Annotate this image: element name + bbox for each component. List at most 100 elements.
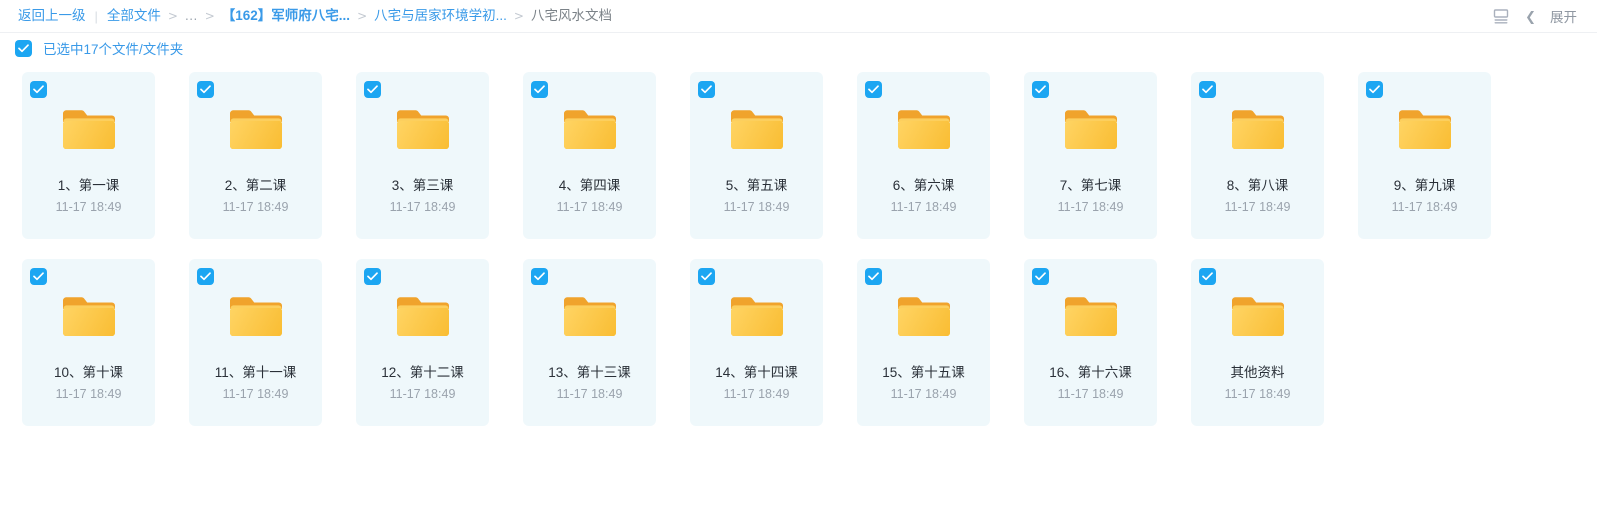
file-card[interactable]: 10、第十课 11-17 18:49 [22, 259, 155, 426]
folder-icon [1229, 106, 1287, 153]
select-all-checkbox[interactable] [15, 39, 32, 57]
file-card-date: 11-17 18:49 [890, 200, 957, 214]
file-card-checkbox[interactable] [364, 81, 381, 98]
file-card-checkbox[interactable] [1032, 268, 1049, 285]
folder-icon [561, 106, 619, 153]
file-card-checkbox[interactable] [197, 268, 214, 285]
breadcrumb-divider: | [94, 8, 98, 24]
file-card-date: 11-17 18:49 [723, 200, 790, 214]
file-card[interactable]: 13、第十三课 11-17 18:49 [523, 259, 656, 426]
folder-icon [728, 106, 786, 153]
file-card-name: 3、第三课 [391, 178, 454, 193]
file-card-name: 5、第五课 [725, 178, 788, 193]
selection-bar: 已选中17个文件/文件夹 [0, 33, 1597, 63]
file-card-checkbox[interactable] [698, 268, 715, 285]
breadcrumb-item-ellipsis[interactable]: ... [185, 9, 198, 23]
folder-icon [1396, 106, 1454, 153]
file-card[interactable]: 2、第二课 11-17 18:49 [189, 72, 322, 239]
file-card[interactable]: 6、第六课 11-17 18:49 [857, 72, 990, 239]
folder-icon [394, 293, 452, 340]
header-actions: ❮ 展开 [1491, 6, 1585, 26]
file-card-name: 4、第四课 [558, 178, 621, 193]
file-grid-row: 10、第十课 11-17 18:49 11、第十一课 11-17 18:49 12、第十… [22, 259, 1597, 426]
file-card-date: 11-17 18:49 [556, 200, 623, 214]
file-card[interactable]: 4、第四课 11-17 18:49 [523, 72, 656, 239]
folder-icon [60, 293, 118, 340]
file-card-checkbox[interactable] [197, 81, 214, 98]
file-card[interactable]: 8、第八课 11-17 18:49 [1191, 72, 1324, 239]
back-link[interactable]: 返回上一级 [18, 9, 86, 23]
file-card[interactable]: 12、第十二课 11-17 18:49 [356, 259, 489, 426]
file-card-checkbox[interactable] [865, 81, 882, 98]
breadcrumb-item-course[interactable]: 【162】军师府八宅... [222, 9, 350, 23]
file-card[interactable]: 14、第十四课 11-17 18:49 [690, 259, 823, 426]
folder-icon [394, 106, 452, 153]
file-card-checkbox[interactable] [1199, 81, 1216, 98]
folder-icon [895, 106, 953, 153]
file-card-date: 11-17 18:49 [222, 200, 289, 214]
file-card[interactable]: 7、第七课 11-17 18:49 [1024, 72, 1157, 239]
file-card-checkbox[interactable] [1366, 81, 1383, 98]
file-card-date: 11-17 18:49 [723, 387, 790, 401]
file-card-date: 11-17 18:49 [1057, 200, 1124, 214]
file-card-date: 11-17 18:49 [1391, 200, 1458, 214]
file-card-checkbox[interactable] [698, 81, 715, 98]
file-card-date: 11-17 18:49 [389, 387, 456, 401]
file-card[interactable]: 1、第一课 11-17 18:49 [22, 72, 155, 239]
breadcrumb: 返回上一级 | 全部文件 > ... > 【162】军师府八宅... > 八宅与… [18, 9, 612, 23]
file-card-name: 2、第二课 [224, 178, 287, 193]
folder-icon [227, 293, 285, 340]
file-card-checkbox[interactable] [865, 268, 882, 285]
chevron-left-icon[interactable]: ❮ [1525, 10, 1536, 23]
file-card-date: 11-17 18:49 [389, 200, 456, 214]
file-card-name: 12、第十二课 [381, 365, 464, 380]
file-grid-row: 1、第一课 11-17 18:49 2、第二课 11-17 18:49 3、第三课 11-… [22, 72, 1597, 239]
file-card-checkbox[interactable] [531, 81, 548, 98]
expand-button[interactable]: 展开 [1550, 6, 1577, 26]
selection-count-label: 已选中17个文件/文件夹 [43, 42, 184, 57]
breadcrumb-item-subfolder[interactable]: 八宅与居家环境学初... [374, 9, 507, 23]
file-card[interactable]: 3、第三课 11-17 18:49 [356, 72, 489, 239]
file-card-date: 11-17 18:49 [1224, 387, 1291, 401]
file-card-name: 16、第十六课 [1049, 365, 1132, 380]
breadcrumb-separator-icon: > [167, 9, 178, 23]
file-card-name: 10、第十课 [53, 365, 124, 380]
folder-icon [1229, 293, 1287, 340]
file-card-checkbox[interactable] [30, 268, 47, 285]
file-card-checkbox[interactable] [1199, 268, 1216, 285]
file-card[interactable]: 16、第十六课 11-17 18:49 [1024, 259, 1157, 426]
file-card-name: 11、第十一课 [214, 365, 297, 380]
file-card-name: 13、第十三课 [548, 365, 631, 380]
file-card[interactable]: 11、第十一课 11-17 18:49 [189, 259, 322, 426]
header-bar: 返回上一级 | 全部文件 > ... > 【162】军师府八宅... > 八宅与… [0, 0, 1597, 33]
file-card-name: 14、第十四课 [715, 365, 798, 380]
file-card-checkbox[interactable] [30, 81, 47, 98]
file-card-date: 11-17 18:49 [1224, 200, 1291, 214]
file-card-name: 15、第十五课 [882, 365, 965, 380]
file-card[interactable]: 15、第十五课 11-17 18:49 [857, 259, 990, 426]
file-card-checkbox[interactable] [531, 268, 548, 285]
folder-icon [895, 293, 953, 340]
folder-icon [1062, 293, 1120, 340]
breadcrumb-item-all-files[interactable]: 全部文件 [107, 9, 161, 23]
file-card[interactable]: 5、第五课 11-17 18:49 [690, 72, 823, 239]
breadcrumb-separator-icon: > [204, 9, 215, 23]
file-card-checkbox[interactable] [364, 268, 381, 285]
folder-icon [728, 293, 786, 340]
file-grid: 1、第一课 11-17 18:49 2、第二课 11-17 18:49 3、第三课 11-… [0, 63, 1597, 426]
breadcrumb-separator-icon: > [513, 9, 524, 23]
file-card-name: 9、第九课 [1393, 178, 1456, 193]
breadcrumb-item-current: 八宅风水文档 [530, 8, 612, 24]
file-card[interactable]: 其他资料 11-17 18:49 [1191, 259, 1324, 426]
file-card-date: 11-17 18:49 [556, 387, 623, 401]
file-card[interactable]: 9、第九课 11-17 18:49 [1358, 72, 1491, 239]
file-card-date: 11-17 18:49 [55, 387, 122, 401]
folder-icon [561, 293, 619, 340]
file-card-name: 8、第八课 [1226, 178, 1289, 193]
folder-icon [60, 106, 118, 153]
file-card-checkbox[interactable] [1032, 81, 1049, 98]
file-card-date: 11-17 18:49 [1057, 387, 1124, 401]
list-view-icon[interactable] [1491, 6, 1511, 26]
file-card-date: 11-17 18:49 [222, 387, 289, 401]
file-card-name: 6、第六课 [892, 178, 955, 193]
